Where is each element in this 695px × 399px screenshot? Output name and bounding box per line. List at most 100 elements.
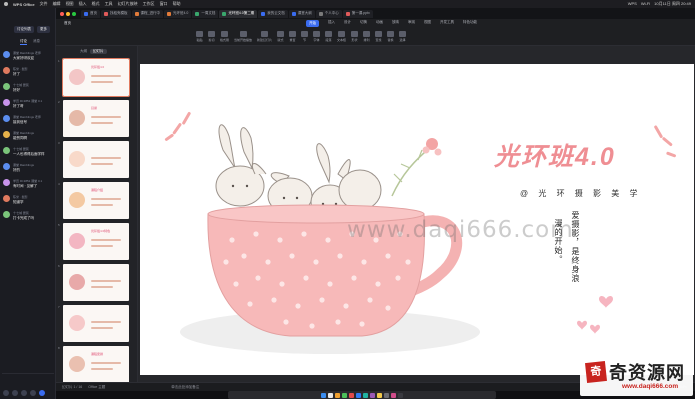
mic-icon[interactable] [21,390,27,396]
slide-thumbnail[interactable]: 光环班4.0 [62,58,130,97]
tab-outline[interactable]: 大纲 [80,49,87,54]
ribbon-button[interactable]: 重置 [289,31,297,42]
status-item[interactable]: Wi-Fi [641,1,650,7]
chat-input-field[interactable] [2,373,54,381]
slide-thumbnail[interactable]: 课程介绍 [63,182,129,219]
ribbon-tab[interactable]: 特色功能 [463,20,477,27]
menu-item[interactable]: 工作区 [143,1,155,7]
safari-icon[interactable] [335,392,340,398]
slide-thumbnail[interactable] [63,264,129,301]
notes-icon[interactable] [377,392,382,398]
ribbon-button[interactable]: 替换 [387,31,395,42]
slide[interactable]: www.daqi666.com 光环班4.0 @ 光 环 摄 影 美 学 爱摄影… [140,64,694,375]
ribbon-button[interactable]: 选择 [399,31,407,42]
ribbon-tab[interactable]: 视图 [424,20,431,27]
status-item[interactable]: WPS [628,1,637,7]
tab-document[interactable]: 个人中心 [315,9,342,18]
tab-document[interactable]: 找稻壳模板 [101,9,131,18]
tab-document[interactable]: 我的云文档 [258,9,288,18]
avatar[interactable] [3,131,10,138]
menu-app-name[interactable]: WPS Office [13,2,35,7]
slide-thumbnail[interactable]: 课程安排 [63,346,129,383]
avatar[interactable] [3,147,10,154]
tab-document[interactable]: 课堂大纲 [288,9,315,18]
menu-item[interactable]: 文件 [40,1,48,7]
avatar[interactable] [3,67,10,74]
slide-thumbnail[interactable]: 光环班4.0特色 [63,223,129,260]
slide-thumbnail[interactable]: 目录 [63,100,129,137]
finder-icon[interactable] [321,392,326,398]
tab-slides[interactable]: 幻灯片 [90,49,107,54]
avatar[interactable] [3,211,10,218]
ribbon-tab[interactable]: 设计 [344,20,351,27]
messages-icon[interactable] [342,392,347,398]
launchpad-icon[interactable] [328,392,333,398]
chat-message-list[interactable]: 课堂 Ramblings 老师 大家好呀欢迎 陈米 · 摄影 好了 十七城 居民 好好 学员… [0,48,55,224]
ribbon-button[interactable]: 粘贴 [196,31,203,42]
ribbon-button[interactable]: 文本框 [337,31,346,42]
vertical-text-line-2[interactable]: 漫的开始。 [552,219,564,264]
vertical-text-line-1[interactable]: 爱摄影，是终身浪 [569,211,581,283]
ribbon-tab[interactable]: 插入 [328,20,335,27]
settings-icon[interactable] [384,392,389,398]
menu-item[interactable]: 编辑 [53,1,61,7]
ribbon-tab[interactable]: 开发工具 [440,20,454,27]
avatar[interactable] [3,179,10,186]
tab-document[interactable]: 第一课.pptx [342,9,373,18]
ribbon-button[interactable]: 格式刷 [220,31,229,42]
avatar[interactable] [3,163,10,170]
ribbon-button[interactable]: 版式 [277,31,285,42]
send-icon[interactable] [39,390,45,396]
ribbon-tab[interactable]: 审阅 [408,20,415,27]
ribbon-button[interactable]: 新建幻灯片 [257,31,272,42]
ribbon-button[interactable]: 查找 [375,31,383,42]
gift-icon[interactable] [30,390,36,396]
discussion-list-button[interactable]: 讨论列表 [14,26,34,33]
apple-icon[interactable] [4,2,8,6]
ribbon-start-menu[interactable]: 首页 [64,21,71,26]
tab-document[interactable]: 首页 [81,9,100,18]
more-button[interactable]: 更多 [37,26,50,33]
app-icon[interactable] [370,392,375,398]
close-window-icon[interactable] [60,11,64,16]
image-icon[interactable] [12,390,18,396]
app-icon[interactable] [363,392,368,398]
clock[interactable]: 10月11日 周四 20:49 [654,1,691,7]
ribbon-button[interactable]: 形状 [351,31,359,42]
trash-icon[interactable] [398,392,403,398]
emoji-icon[interactable] [3,390,9,396]
menu-item[interactable]: 格式 [92,1,100,7]
ribbon-button[interactable]: 剪切 [208,31,215,42]
avatar[interactable] [3,195,10,202]
menu-item[interactable]: 窗口 [160,1,168,7]
slide-thumbnail[interactable] [63,141,129,178]
ribbon-tab[interactable]: 开始 [306,20,319,27]
tab-document[interactable]: 课程_进行中 [131,9,163,18]
slide-thumbnail[interactable] [63,305,129,342]
tab-document[interactable]: 光环班4.0 [163,9,192,18]
menu-item[interactable]: 帮助 [173,1,181,7]
notes-placeholder[interactable]: 单击此处添加备注 [171,385,199,390]
avatar[interactable] [3,115,10,122]
avatar[interactable] [3,99,10,106]
avatar[interactable] [3,51,10,58]
tab-messages[interactable]: 消息 [33,39,40,45]
menu-item[interactable]: 插入 [79,1,87,7]
avatar[interactable] [3,83,10,90]
wps-icon[interactable] [349,392,354,398]
ribbon-tab[interactable]: 放映 [392,20,399,27]
ribbon-button[interactable]: 段落 [325,31,333,42]
slide-title[interactable]: 光环班4.0 [494,137,616,173]
ribbon-button[interactable]: 节 [301,31,309,42]
menu-item[interactable]: 幻灯片放映 [118,1,138,7]
tab-document[interactable]: 一周文档 [192,9,219,18]
menu-item[interactable]: 工具 [105,1,113,7]
tab-discussion[interactable]: 讨论 [20,39,27,45]
ribbon-button[interactable]: 当前开始播放 [234,31,252,42]
ribbon-button[interactable]: 字体 [313,31,321,42]
app-icon[interactable] [391,392,396,398]
slide-subtitle[interactable]: @ 光 环 摄 影 美 学 [520,188,641,199]
maximize-window-icon[interactable] [72,11,76,16]
ribbon-tab[interactable]: 动画 [376,20,383,27]
theme-name[interactable]: Office 主题 [88,385,105,390]
